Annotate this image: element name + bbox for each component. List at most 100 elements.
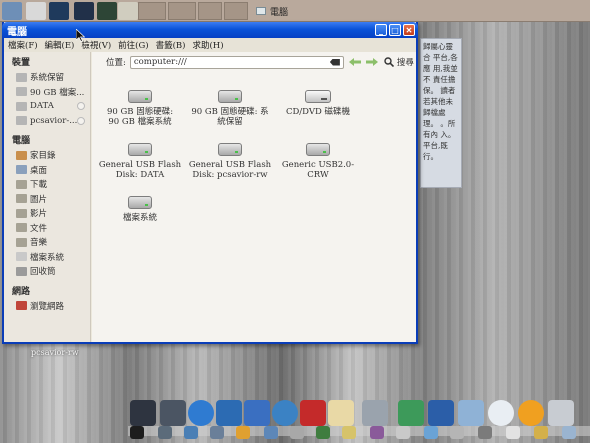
computer-icon: [256, 7, 266, 15]
sidebar-item-trash[interactable]: 回收筒: [4, 264, 90, 279]
desktop-icon-label[interactable]: pcsavior-rw: [31, 348, 79, 357]
browser-globe-icon[interactable]: [188, 400, 214, 426]
presentation-icon[interactable]: [428, 400, 454, 426]
tray-icon[interactable]: [450, 426, 464, 439]
tray-icon[interactable]: [290, 426, 304, 439]
security-shield-icon[interactable]: [244, 400, 270, 426]
panel-slot[interactable]: [138, 2, 166, 20]
panel-slot[interactable]: [168, 2, 196, 20]
drive-icon: [16, 72, 27, 82]
sidebar-item-pictures[interactable]: 圖片: [4, 192, 90, 207]
tray-icon[interactable]: [316, 426, 330, 439]
menu-bar: 檔案(F) 編輯(E) 檢視(V) 前往(G) 書籤(B) 求助(H): [4, 38, 416, 52]
eject-icon[interactable]: [77, 116, 85, 125]
tux-icon[interactable]: [130, 426, 144, 439]
forward-arrow-icon[interactable]: [365, 58, 378, 66]
desktop-icon: [16, 165, 27, 175]
workspace-5-icon[interactable]: [118, 2, 138, 20]
back-arrow-icon[interactable]: [348, 58, 361, 66]
usb-drive-icon: [128, 143, 152, 156]
usb-drive-icon: [218, 143, 242, 156]
drive-item[interactable]: CD/DVD 磁碟機: [275, 90, 361, 117]
search-icon: [384, 57, 394, 67]
tray-icon[interactable]: [184, 426, 198, 439]
sidebar-device-system-reserved[interactable]: 系統保留: [4, 70, 90, 85]
drive-item[interactable]: 檔案系統: [97, 196, 183, 223]
tray-icon[interactable]: [158, 426, 172, 439]
maximize-button[interactable]: □: [389, 24, 401, 36]
sidebar-item-videos[interactable]: 影片: [4, 206, 90, 221]
panel-slot[interactable]: [224, 2, 248, 20]
tray-icon[interactable]: [534, 426, 548, 439]
mouse-cursor-icon: [76, 29, 85, 42]
sidebar-item-desktop[interactable]: 桌面: [4, 163, 90, 178]
documents-icon[interactable]: [398, 400, 424, 426]
tray-icon[interactable]: [424, 426, 438, 439]
workspace-1-icon[interactable]: [26, 2, 46, 20]
weather-icon[interactable]: [518, 400, 544, 426]
sidebar-item-downloads[interactable]: 下載: [4, 177, 90, 192]
tools-icon[interactable]: [300, 400, 326, 426]
title-bar[interactable]: 電腦 _ □ ✕: [2, 22, 418, 38]
drive-item[interactable]: 90 GB 固態硬碟: 系 統保留: [187, 90, 273, 127]
workspace-3-icon[interactable]: [74, 2, 94, 20]
clock-icon[interactable]: [488, 400, 514, 426]
sidebar-item-music[interactable]: 音樂: [4, 235, 90, 250]
panel-slot[interactable]: [198, 2, 222, 20]
settings-icon[interactable]: [548, 400, 574, 426]
dock: [128, 396, 590, 443]
notes-icon[interactable]: [328, 400, 354, 426]
background-note: 歸屬心靈合 平台,各應 用,我並不 責任擔保。 讀者若其他未 歸檔處理。 。所有…: [420, 38, 462, 188]
sidebar-item-filesystem[interactable]: 檔案系統: [4, 250, 90, 265]
tray-icon[interactable]: [506, 426, 520, 439]
menu-help[interactable]: 求助(H): [192, 39, 223, 51]
sidebar-device-data[interactable]: DATA: [4, 99, 90, 114]
menu-go[interactable]: 前往(G): [118, 39, 148, 51]
user-icon[interactable]: [272, 400, 298, 426]
clear-icon[interactable]: [329, 58, 340, 66]
workspace-4-icon[interactable]: [97, 2, 117, 20]
tray-icon[interactable]: [562, 426, 576, 439]
sidebar-item-home[interactable]: 家目錄: [4, 148, 90, 163]
tray-icon[interactable]: [396, 426, 410, 439]
sidebar-item-browse-network[interactable]: 瀏覽網路: [4, 299, 90, 314]
network-icon[interactable]: [216, 400, 242, 426]
drive-item[interactable]: 90 GB 固態硬碟: 90 GB 檔案系統: [97, 90, 183, 127]
videos-folder-icon: [16, 208, 27, 218]
drive-icon: [16, 116, 27, 126]
minimize-button[interactable]: _: [375, 24, 387, 36]
sidebar-device-90gb[interactable]: 90 GB 檔案...: [4, 85, 90, 100]
tray-icon[interactable]: [370, 426, 384, 439]
sidebar-item-documents[interactable]: 文件: [4, 221, 90, 236]
drive-item[interactable]: General USB Flash Disk: DATA: [97, 143, 183, 180]
top-panel: 電腦: [0, 0, 590, 22]
video-player-icon[interactable]: [160, 400, 186, 426]
sidebar-device-pcsavior[interactable]: pcsavior-...: [4, 114, 90, 129]
terminal-icon[interactable]: [130, 400, 156, 426]
menu-file[interactable]: 檔案(F): [8, 39, 38, 51]
taskbar-button-computer[interactable]: 電腦: [252, 2, 338, 20]
tray-icon[interactable]: [478, 426, 492, 439]
menu-edit[interactable]: 編輯(E): [45, 39, 75, 51]
drive-item[interactable]: General USB Flash Disk: pcsavior-rw: [187, 143, 273, 180]
card-reader-icon: [306, 143, 330, 156]
tray-icon[interactable]: [264, 426, 278, 439]
tray-icon[interactable]: [342, 426, 356, 439]
optical-drive-icon: [305, 90, 331, 103]
menu-icon[interactable]: [2, 2, 22, 20]
eject-icon[interactable]: [77, 102, 85, 110]
file-view: 位置: computer:/// 搜尋 90 GB 固態硬碟: 90 GB 檔案…: [92, 52, 416, 342]
search-button[interactable]: 搜尋: [384, 56, 414, 68]
display-icon[interactable]: [458, 400, 484, 426]
workspace-2-icon[interactable]: [49, 2, 69, 20]
harddisk-icon: [128, 90, 152, 103]
menu-bookmarks[interactable]: 書籤(B): [156, 39, 186, 51]
tray-icon[interactable]: [236, 426, 250, 439]
menu-view[interactable]: 檢視(V): [81, 39, 111, 51]
tray-icon[interactable]: [210, 426, 224, 439]
printer-icon[interactable]: [362, 400, 388, 426]
close-button[interactable]: ✕: [403, 24, 415, 36]
filesystem-drive-icon: [128, 196, 152, 209]
drive-item[interactable]: Generic USB2.0- CRW: [275, 143, 361, 180]
location-input[interactable]: computer:///: [129, 55, 344, 69]
